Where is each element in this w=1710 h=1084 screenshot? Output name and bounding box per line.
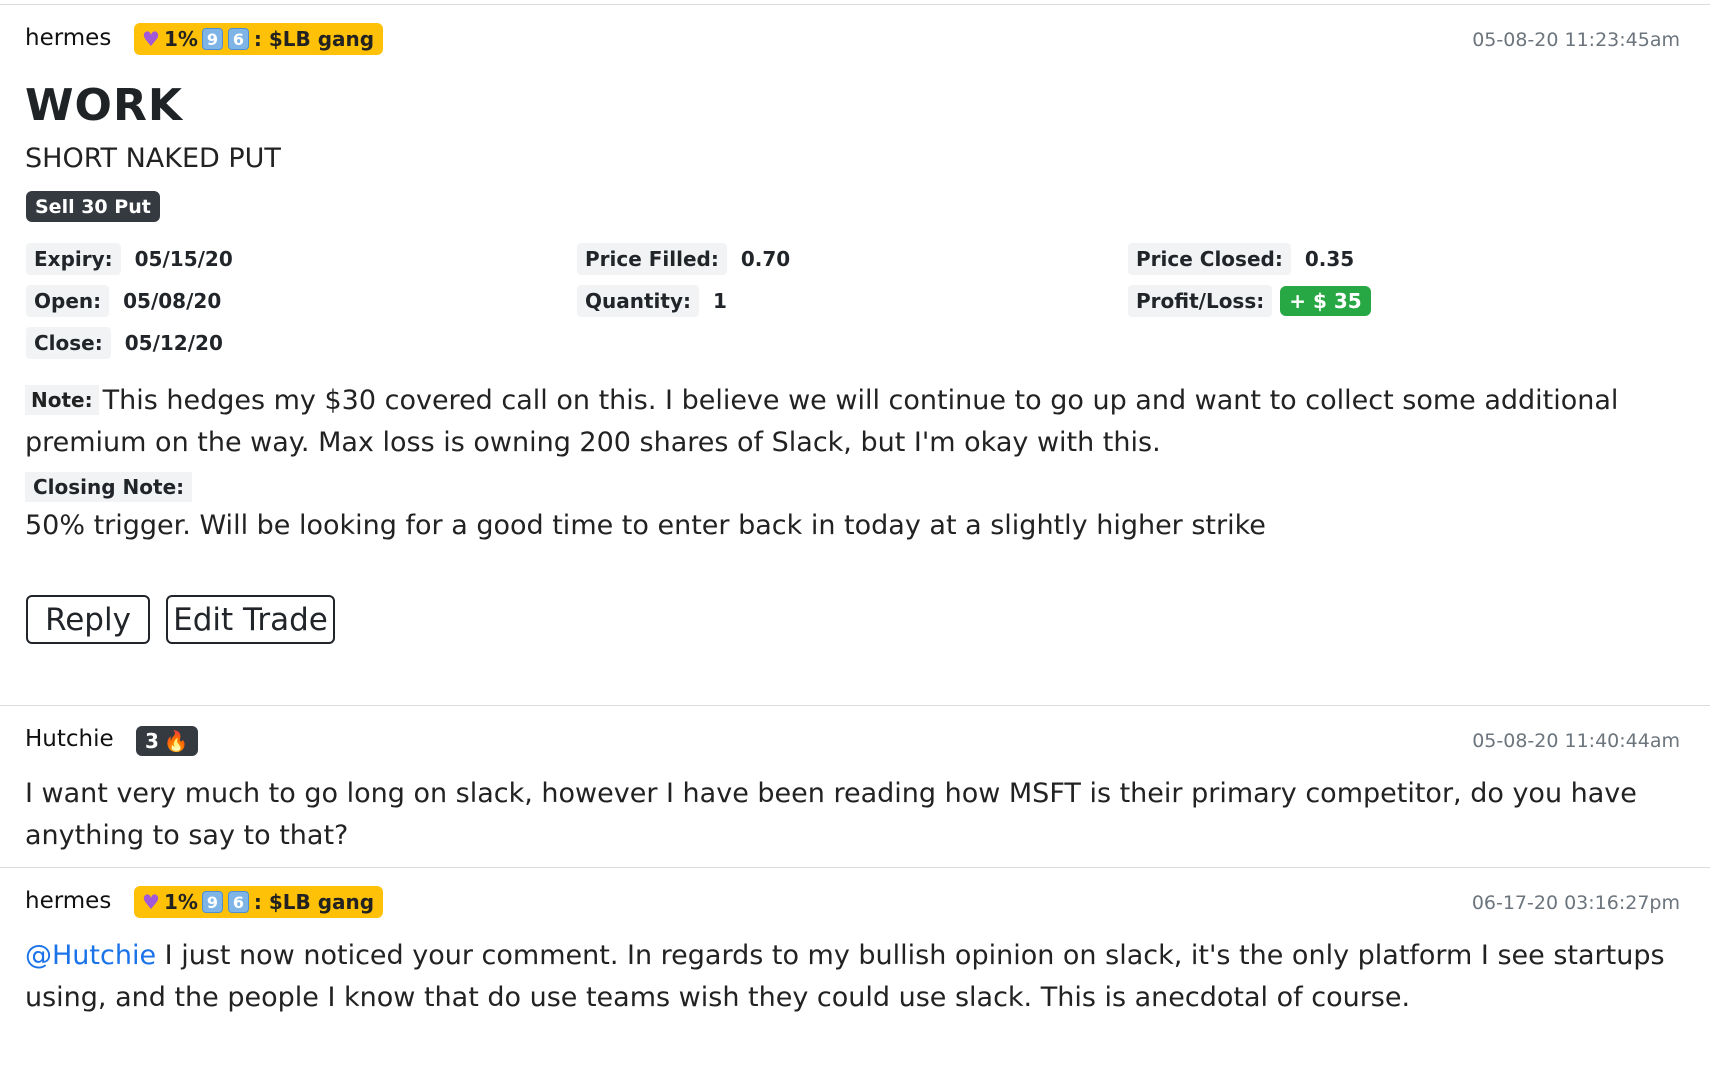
price-closed-label: Price Closed: [1128,243,1291,275]
profit-loss-label: Profit/Loss: [1128,285,1273,317]
note-text: This hedges my $30 covered call on this.… [25,385,1619,458]
trade-note: Note: This hedges my $30 covered call on … [25,380,1665,464]
badge-count: 3 [145,729,159,753]
user-rank-badge: 3 🔥 [136,726,198,756]
strategy-name: SHORT NAKED PUT [25,143,281,174]
post-timestamp: 05-08-20 11:23:45am [1472,29,1680,51]
username[interactable]: hermes [25,25,111,51]
open-label: Open: [26,285,110,317]
post-timestamp: 06-17-20 03:16:27pm [1471,892,1680,914]
price-filled-field: Price Filled: 0.70 [577,243,796,275]
close-field: Close: 05/12/20 [26,327,229,359]
quantity-value: 1 [713,289,727,313]
note-label: Note: [25,385,99,415]
purple-heart-icon: ♥ [142,890,160,914]
comment-body: @Hutchie I just now noticed your comment… [25,935,1665,1019]
quantity-field: Quantity: 1 [577,285,733,317]
comment-text: I just now noticed your comment. In rega… [25,940,1665,1013]
keycap-digit-icon: 9 [201,891,223,913]
quantity-label: Quantity: [577,285,699,317]
price-filled-value: 0.70 [740,247,791,271]
expiry-label: Expiry: [26,243,121,275]
user-rank-badge: ♥ 1% 96: $LB gang [134,23,384,55]
trade-post: hermes ♥ 1% 96: $LB gang 05-08-20 11:23:… [0,4,1710,706]
price-closed-value: 0.35 [1304,247,1355,271]
keycap-digit-icon: 6 [227,891,249,913]
edit-trade-button[interactable]: Edit Trade [166,595,335,644]
expiry-field: Expiry: 05/15/20 [26,243,239,275]
open-field: Open: 05/08/20 [26,285,227,317]
expiry-value: 05/15/20 [134,247,233,271]
leg-badge: Sell 30 Put [26,191,160,222]
price-filled-label: Price Filled: [577,243,727,275]
purple-heart-icon: ♥ [142,27,160,51]
badge-percent: 1% [163,27,198,51]
close-value: 05/12/20 [124,331,223,355]
badge-group: : $LB gang [253,27,375,51]
open-value: 05/08/20 [123,289,222,313]
fire-icon: 🔥 [163,729,189,753]
username[interactable]: hermes [25,888,111,914]
user-mention-link[interactable]: @Hutchie [25,940,156,971]
badge-group: : $LB gang [253,890,375,914]
post-timestamp: 05-08-20 11:40:44am [1472,730,1680,752]
user-rank-badge: ♥ 1% 96: $LB gang [134,886,384,918]
keycap-digit-icon: 9 [201,28,223,50]
badge-percent: 1% [163,890,198,914]
ticker-symbol: WORK [25,80,183,131]
comment-post: Hutchie 3 🔥 05-08-20 11:40:44am I want v… [0,705,1710,868]
reply-button[interactable]: Reply [26,595,150,644]
username[interactable]: Hutchie [25,726,114,752]
profit-loss-value: + $ 35 [1280,286,1371,316]
keycap-digit-icon: 6 [227,28,249,50]
closing-note-text: 50% trigger. Will be looking for a good … [25,510,1266,541]
comment-post: hermes ♥ 1% 96: $LB gang 06-17-20 03:16:… [0,867,1710,1084]
close-label: Close: [26,327,111,359]
closing-note-label: Closing Note: [25,472,193,502]
price-closed-field: Price Closed: 0.35 [1128,243,1360,275]
profit-loss-field: Profit/Loss: + $ 35 [1128,285,1371,317]
comment-body: I want very much to go long on slack, ho… [25,778,1637,851]
trade-feed: hermes ♥ 1% 96: $LB gang 05-08-20 11:23:… [0,0,1710,1084]
